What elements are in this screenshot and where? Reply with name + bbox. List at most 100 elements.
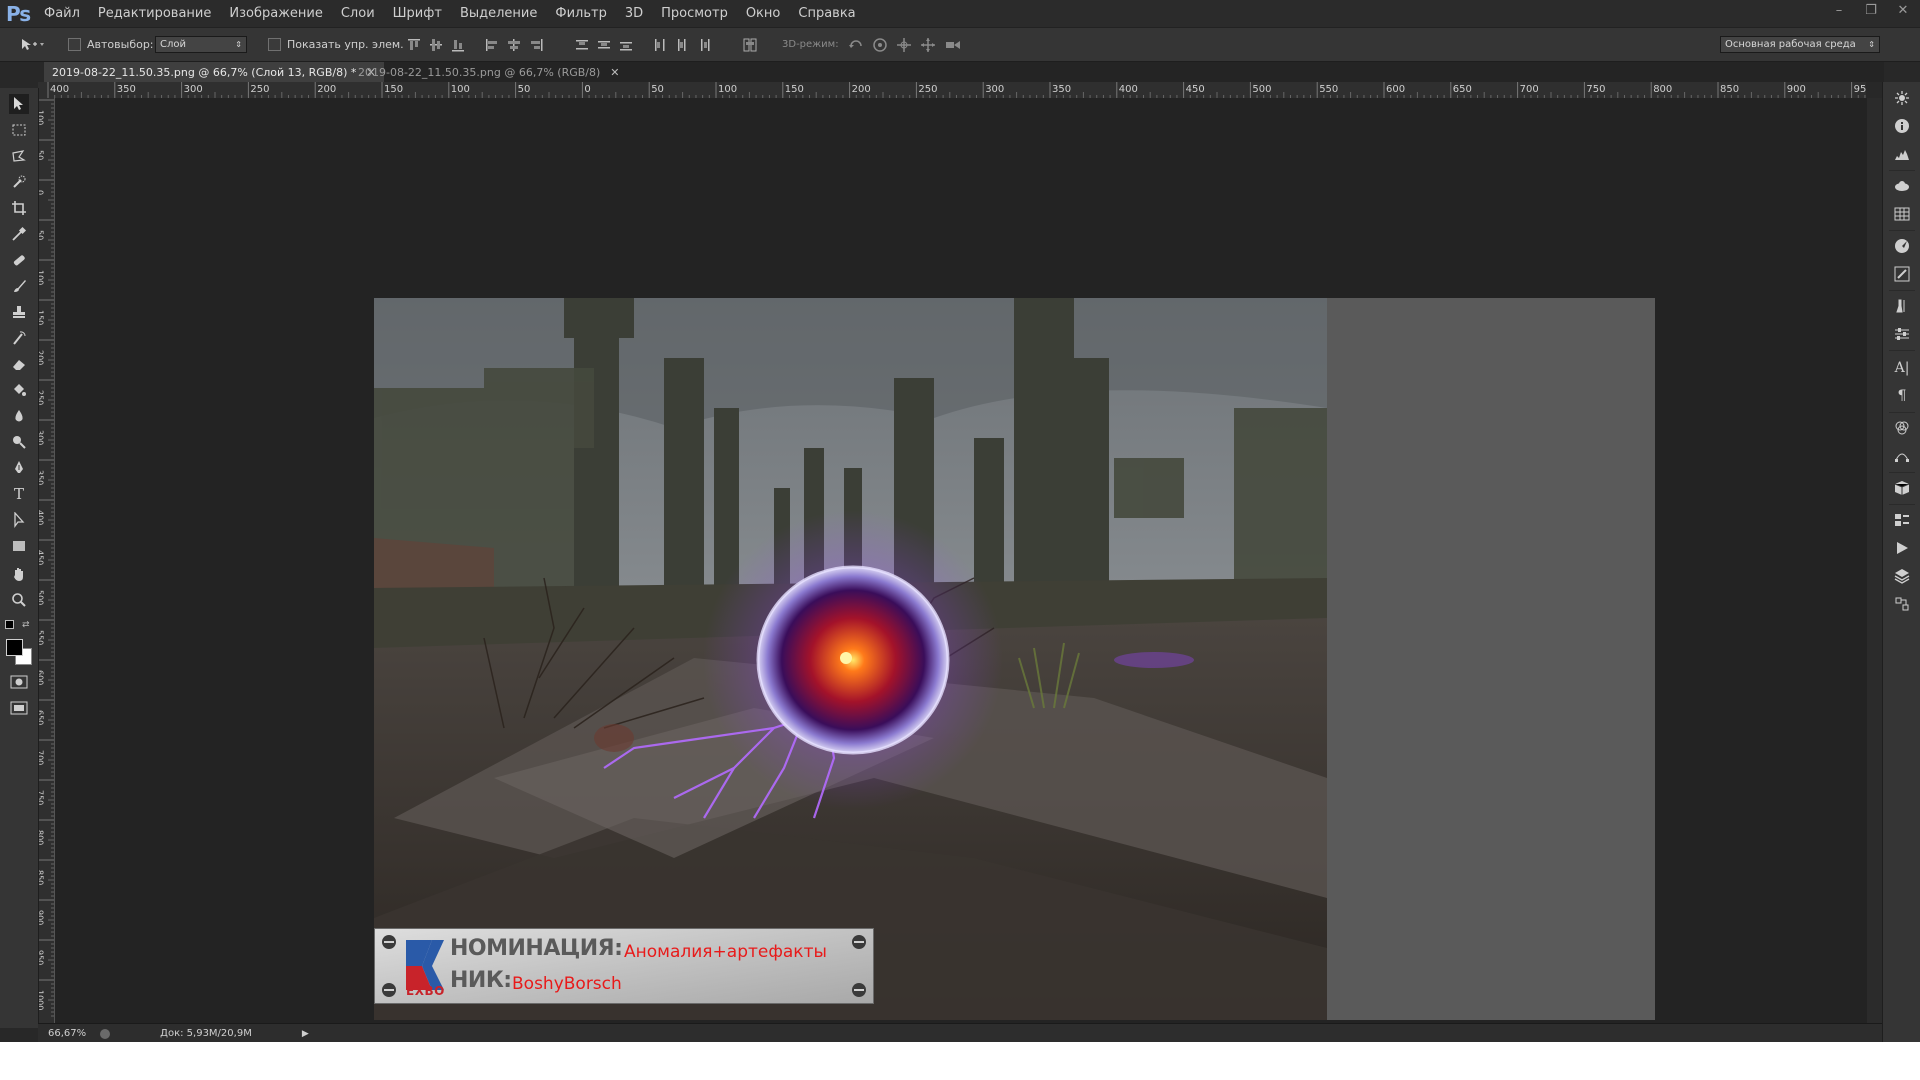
status-menu-arrow-icon[interactable]: ▶: [302, 1029, 309, 1039]
dodge-tool-icon[interactable]: [9, 432, 29, 452]
align-left-icon[interactable]: [484, 37, 500, 53]
rectangle-tool-icon[interactable]: [9, 536, 29, 556]
actions-play-icon[interactable]: [1892, 538, 1912, 558]
ruler-label: 150: [785, 84, 804, 95]
clone-stamp-tool-icon[interactable]: [9, 302, 29, 322]
zoom-level[interactable]: 66,67%: [48, 1028, 86, 1039]
foreground-color-swatch[interactable]: [6, 639, 23, 656]
quick-selection-tool-icon[interactable]: [9, 172, 29, 192]
align-bottom-icon[interactable]: [450, 37, 466, 53]
move-tool-icon[interactable]: [9, 94, 29, 114]
history-brush-tool-icon[interactable]: [9, 328, 29, 348]
info-icon[interactable]: [1892, 116, 1912, 136]
menu-layers[interactable]: Слои: [341, 6, 375, 21]
menu-window[interactable]: Окно: [746, 6, 781, 21]
close-button[interactable]: ✕: [1894, 3, 1912, 18]
ruler-label: 550: [1319, 84, 1338, 95]
close-icon[interactable]: ✕: [610, 66, 619, 79]
marquee-tool-icon[interactable]: [9, 120, 29, 140]
pen-tool-icon[interactable]: [9, 458, 29, 478]
menu-file[interactable]: Файл: [44, 6, 80, 21]
align-vcenter-icon[interactable]: [428, 37, 444, 53]
minimize-button[interactable]: –: [1830, 3, 1848, 18]
path-selection-tool-icon[interactable]: [9, 510, 29, 530]
distribute-bottom-icon[interactable]: [618, 37, 634, 53]
healing-brush-tool-icon[interactable]: [9, 250, 29, 270]
3d-scale-icon[interactable]: [944, 37, 960, 53]
horizontal-ruler[interactable]: 400 350 300 250 200 150 100 50 0 50 100 150 200 250 30…: [44, 82, 1866, 99]
document-canvas[interactable]: EXBO НОМИНАЦИЯ: Аномалия+артефакты НИК: …: [374, 298, 1655, 1020]
screen-mode-icon[interactable]: [9, 698, 29, 718]
brush-presets-icon[interactable]: [1892, 264, 1912, 284]
menu-type[interactable]: Шрифт: [393, 6, 442, 21]
navigator-icon[interactable]: [1892, 236, 1912, 256]
restore-button[interactable]: ❐: [1862, 3, 1880, 18]
brush-tool-icon[interactable]: [9, 276, 29, 296]
3d-cube-icon[interactable]: [1892, 478, 1912, 498]
type-tool-icon[interactable]: T: [9, 484, 29, 504]
status-info-icon[interactable]: [100, 1028, 111, 1039]
paragraph-icon[interactable]: ¶: [1892, 386, 1912, 406]
brightness-icon[interactable]: [1892, 88, 1912, 108]
vertical-ruler[interactable]: 1005005010015020025030035040045050055060…: [38, 98, 55, 1023]
lasso-tool-icon[interactable]: [9, 146, 29, 166]
menu-edit[interactable]: Редактирование: [98, 6, 211, 21]
workspace-value: Основная рабочая среда: [1725, 39, 1856, 50]
auto-select-dropdown[interactable]: Слой ⇕: [155, 36, 247, 53]
layers-icon[interactable]: [1892, 566, 1912, 586]
distribute-left-icon[interactable]: [652, 37, 668, 53]
3d-roll-icon[interactable]: [872, 37, 888, 53]
auto-select-checkbox[interactable]: Автовыбор:: [68, 28, 154, 61]
history-icon[interactable]: [1892, 594, 1912, 614]
swatches-icon[interactable]: [1892, 204, 1912, 224]
align-hcenter-icon[interactable]: [506, 37, 522, 53]
adjustments-sliders-icon[interactable]: [1892, 324, 1912, 344]
auto-align-layers-icon[interactable]: [742, 37, 758, 53]
tab-label: 2019-08-22_11.50.35.png @ 66,7% (RGB/8): [358, 65, 601, 79]
show-transform-checkbox[interactable]: Показать упр. элем.: [268, 28, 404, 61]
distribute-right-icon[interactable]: [696, 37, 712, 53]
options-bar: Автовыбор: Слой ⇕ Показать упр. элем. 3D…: [0, 27, 1920, 62]
quick-mask-icon[interactable]: [9, 672, 29, 692]
paths-icon[interactable]: [1892, 446, 1912, 466]
tab-document-inactive[interactable]: 2019-08-22_11.50.35.png @ 66,7% (RGB/8) …: [350, 62, 628, 82]
zoom-tool-icon[interactable]: [9, 590, 29, 610]
move-tool-preset-icon[interactable]: [20, 37, 44, 53]
tool-presets-icon[interactable]: [1892, 296, 1912, 316]
distribute-vcenter-icon[interactable]: [596, 37, 612, 53]
menu-3d[interactable]: 3D: [625, 6, 643, 21]
menu-help[interactable]: Справка: [798, 6, 855, 21]
tab-document-active[interactable]: 2019-08-22_11.50.35.png @ 66,7% (Слой 13…: [44, 62, 384, 82]
3d-slide-icon[interactable]: [920, 37, 936, 53]
ruler-label: 200: [852, 84, 871, 95]
align-top-icon[interactable]: [406, 37, 422, 53]
3d-panel-icon[interactable]: [1892, 176, 1912, 196]
crop-tool-icon[interactable]: [9, 198, 29, 218]
paint-bucket-tool-icon[interactable]: [9, 380, 29, 400]
menu-view[interactable]: Просмотр: [661, 6, 728, 21]
eyedropper-tool-icon[interactable]: [9, 224, 29, 244]
3d-pan-icon[interactable]: [896, 37, 912, 53]
histogram-icon[interactable]: [1892, 144, 1912, 164]
blur-tool-icon[interactable]: [9, 406, 29, 426]
swap-colors-icon[interactable]: ⇄: [22, 620, 30, 630]
menu-filter[interactable]: Фильтр: [555, 6, 606, 21]
distribute-top-icon[interactable]: [574, 37, 590, 53]
menu-image[interactable]: Изображение: [229, 6, 322, 21]
workspace-area: EXBO НОМИНАЦИЯ: Аномалия+артефакты НИК: …: [55, 98, 1867, 1023]
dropdown-arrows-icon: ⇕: [1868, 40, 1875, 49]
menu-select[interactable]: Выделение: [460, 6, 537, 21]
ruler-label: 850: [1720, 84, 1739, 95]
ruler-label: 150: [384, 84, 403, 95]
3d-rotate-icon[interactable]: [848, 37, 864, 53]
distribute-hcenter-icon[interactable]: [674, 37, 690, 53]
vertical-scrollbar[interactable]: [1867, 98, 1882, 1023]
workspace-dropdown[interactable]: Основная рабочая среда ⇕: [1720, 36, 1880, 53]
align-right-icon[interactable]: [528, 37, 544, 53]
properties-icon[interactable]: [1892, 510, 1912, 530]
eraser-tool-icon[interactable]: [9, 354, 29, 374]
channels-icon[interactable]: [1892, 418, 1912, 438]
hand-tool-icon[interactable]: [9, 564, 29, 584]
character-icon[interactable]: A|: [1892, 358, 1912, 378]
default-colors-icon[interactable]: [5, 620, 14, 629]
